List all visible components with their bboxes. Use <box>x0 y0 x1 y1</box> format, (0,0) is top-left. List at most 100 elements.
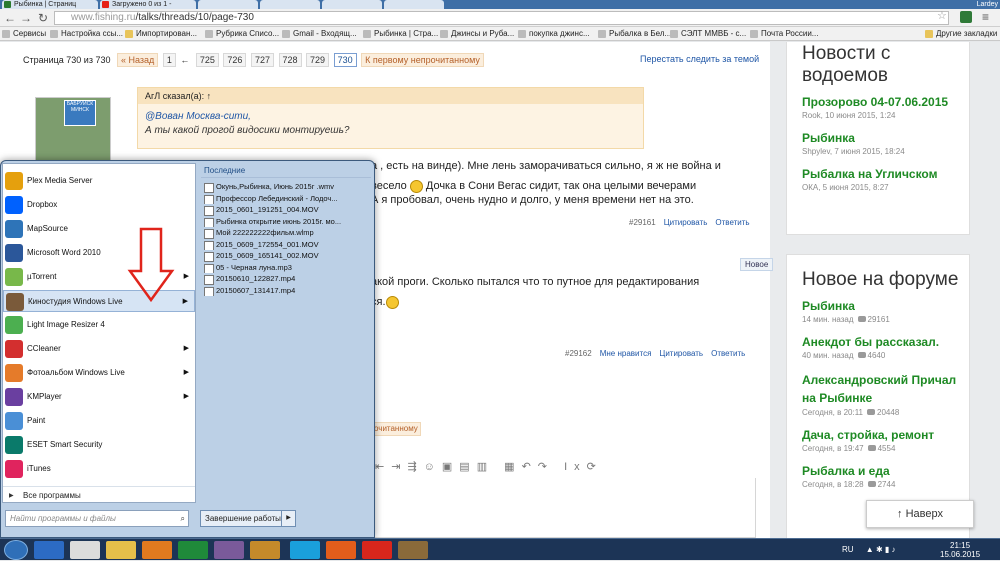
winrar-icon[interactable] <box>250 541 280 559</box>
news-item[interactable]: Рыбалка на Угличском ОКА, 5 июня 2015, 8:… <box>787 167 969 193</box>
indent-icon[interactable]: ⇶ <box>407 461 423 473</box>
undo-icon[interactable]: ↶ <box>522 461 538 473</box>
bookmark-other[interactable]: Другие закладки <box>925 27 997 40</box>
unwatch-thread-link[interactable]: Перестать следить за темой <box>640 54 759 64</box>
recent-file-item[interactable]: 05 - Черная луна.mp3 <box>201 262 371 273</box>
save-icon[interactable]: ▦ <box>504 461 521 473</box>
post-number[interactable]: #29161 <box>629 218 656 227</box>
chrome-icon[interactable] <box>70 541 100 559</box>
news-title[interactable]: Прозорово 04-07.06.2015 <box>802 95 969 110</box>
start-program-item[interactable]: iTunes <box>3 458 195 480</box>
forum-item[interactable]: Рыбалка и еда Сегодня, в 18:28 2744 <box>787 464 969 490</box>
page-skip-icon[interactable]: ← <box>180 52 189 68</box>
page-button[interactable]: 728 <box>278 53 302 67</box>
start-program-item[interactable]: CCleaner ▶ <box>3 338 195 360</box>
skype-icon[interactable] <box>290 541 320 559</box>
bookmark-gmail[interactable]: Gmail - Входящ... <box>282 27 357 40</box>
yandex-icon[interactable] <box>362 541 392 559</box>
bookmark-star-icon[interactable]: ☆ <box>937 9 947 22</box>
recent-file-item[interactable]: 20150610_122827.mp4 <box>201 273 371 285</box>
extension-icon[interactable] <box>960 11 972 23</box>
like-button[interactable]: Мне нравится <box>600 349 652 358</box>
recent-file-item[interactable]: Профессор Лебединский - Лодоч... <box>201 193 371 204</box>
page-button[interactable]: 729 <box>306 53 330 67</box>
align-icon[interactable]: ⇤ <box>375 461 391 473</box>
bookmark-item[interactable]: Джинсы и Руба... <box>440 27 514 40</box>
tab-5[interactable] <box>322 0 382 9</box>
image-icon[interactable]: ▣ <box>442 461 459 473</box>
start-button[interactable] <box>4 540 28 560</box>
redo-icon[interactable]: ↷ <box>538 461 554 473</box>
forum-topic-title[interactable]: Рыбалка и еда <box>802 464 969 479</box>
news-item[interactable]: Прозорово 04-07.06.2015 Rook, 10 июня 201… <box>787 95 969 121</box>
address-bar[interactable]: www.fishing.ru/talks/threads/10/page-730 <box>54 11 949 25</box>
bookmark-item[interactable]: Почта России... <box>750 27 818 40</box>
recent-file-item[interactable]: Рыбинка открытие июнь 2015г. мо... <box>201 216 371 227</box>
page-button[interactable]: 725 <box>195 53 219 67</box>
forum-topic-title[interactable]: Александровский Причал на Рыбинке <box>802 371 969 407</box>
bookmark-item[interactable]: Рыбалка в Бел... <box>598 27 671 40</box>
viber-icon[interactable] <box>214 541 244 559</box>
tab-youtube[interactable]: Загружено 0 из 1 - <box>100 0 196 9</box>
clock[interactable]: 21:15 15.06.2015 <box>940 541 980 559</box>
recent-file-item[interactable]: 2015_0609_172554_001.MOV <box>201 239 371 250</box>
recent-file-item[interactable]: 20150607_131417.mp4 <box>201 285 371 296</box>
first-unread-button[interactable]: К первому непрочитанному <box>361 53 484 67</box>
scroll-top-button[interactable]: ↑ Наверх <box>866 500 974 528</box>
page-1-button[interactable]: 1 <box>162 53 176 67</box>
recent-file-item[interactable]: Мой 222222222фильм.wlmp <box>201 227 371 239</box>
firefox-icon[interactable] <box>326 541 356 559</box>
tab-6[interactable] <box>384 0 444 9</box>
all-programs-button[interactable]: Все программы <box>3 486 195 505</box>
tray-icons[interactable]: ▲ ✱ ▮ ♪ <box>866 545 896 554</box>
explorer-icon[interactable] <box>106 541 136 559</box>
user-mention[interactable]: @Вован Москва-сити, <box>145 110 643 124</box>
quote-button[interactable]: Цитировать <box>659 349 703 358</box>
forum-topic-title[interactable]: Рыбинка <box>802 299 969 314</box>
prev-page-button[interactable]: « Назад <box>117 53 159 67</box>
quote-button[interactable]: Цитировать <box>664 218 708 227</box>
start-program-item[interactable]: Paint <box>3 410 195 432</box>
start-search-input[interactable]: Найти программы и файлы ⌕ <box>5 510 189 527</box>
start-program-item[interactable]: Plex Media Server <box>3 170 195 192</box>
excel-icon[interactable] <box>178 541 208 559</box>
language-indicator[interactable]: RU <box>842 545 854 554</box>
shutdown-button[interactable]: Завершение работы ▶ <box>200 510 296 527</box>
shutdown-options-arrow-icon[interactable]: ▶ <box>281 511 295 526</box>
tab-3[interactable] <box>198 0 258 9</box>
smiley-insert-icon[interactable]: ☺ <box>424 461 442 473</box>
tab-4[interactable] <box>260 0 320 9</box>
forum-topic-title[interactable]: Дача, стройка, ремонт <box>802 428 969 443</box>
bookmark-item[interactable]: СЭЛТ ММВБ - с... <box>670 27 746 40</box>
start-program-item[interactable]: ESET Smart Security <box>3 434 195 456</box>
media-player-icon[interactable] <box>142 541 172 559</box>
align-icon[interactable]: ⇥ <box>391 461 407 473</box>
start-program-item[interactable]: KMPlayer ▶ <box>3 386 195 408</box>
news-item[interactable]: Рыбинка Shpylev, 7 июня 2015, 18:24 <box>787 131 969 157</box>
forward-icon[interactable]: → <box>19 11 33 25</box>
bookmark-item[interactable]: Рыбинка | Стра... <box>363 27 438 40</box>
media-icon[interactable]: ▤ <box>459 461 476 473</box>
quote-author[interactable]: АгЛ сказал(а): ↑ <box>138 88 643 104</box>
bookmark-item[interactable]: Настройка ссы... <box>50 27 123 40</box>
forum-topic-title[interactable]: Анекдот бы рассказал. <box>802 335 969 350</box>
bookmark-services[interactable]: Сервисы <box>2 27 46 40</box>
draft-icon[interactable]: ⟳ <box>587 461 603 473</box>
news-title[interactable]: Рыбалка на Угличском <box>802 167 969 182</box>
forum-item[interactable]: Александровский Причал на Рыбинке Сегодня… <box>787 371 969 418</box>
news-title[interactable]: Рыбинка <box>802 131 969 146</box>
code-icon[interactable]: ▥ <box>477 461 494 473</box>
tab-rybinka[interactable]: Рыбинка | Страниц <box>2 0 98 9</box>
recent-file-item[interactable]: 2015_0601_191251_004.MOV <box>201 204 371 216</box>
forum-item[interactable]: Дача, стройка, ремонт Сегодня, в 19:47 455… <box>787 428 969 454</box>
forum-item[interactable]: Анекдот бы рассказал. 40 мин. назад 4640 <box>787 335 969 361</box>
start-program-item[interactable]: Dropbox <box>3 194 195 216</box>
post-number[interactable]: #29162 <box>565 349 592 358</box>
reply-editor[interactable] <box>371 478 756 538</box>
clear-format-icon[interactable]: Ix <box>564 461 587 473</box>
start-program-item[interactable]: Фотоальбом Windows Live ▶ <box>3 362 195 384</box>
bookmark-folder[interactable]: Импортирован... <box>125 27 197 40</box>
start-program-item[interactable]: Light Image Resizer 4 <box>3 314 195 336</box>
reply-button[interactable]: Ответить <box>711 349 745 358</box>
first-unread-button[interactable]: очитанному <box>371 422 421 436</box>
